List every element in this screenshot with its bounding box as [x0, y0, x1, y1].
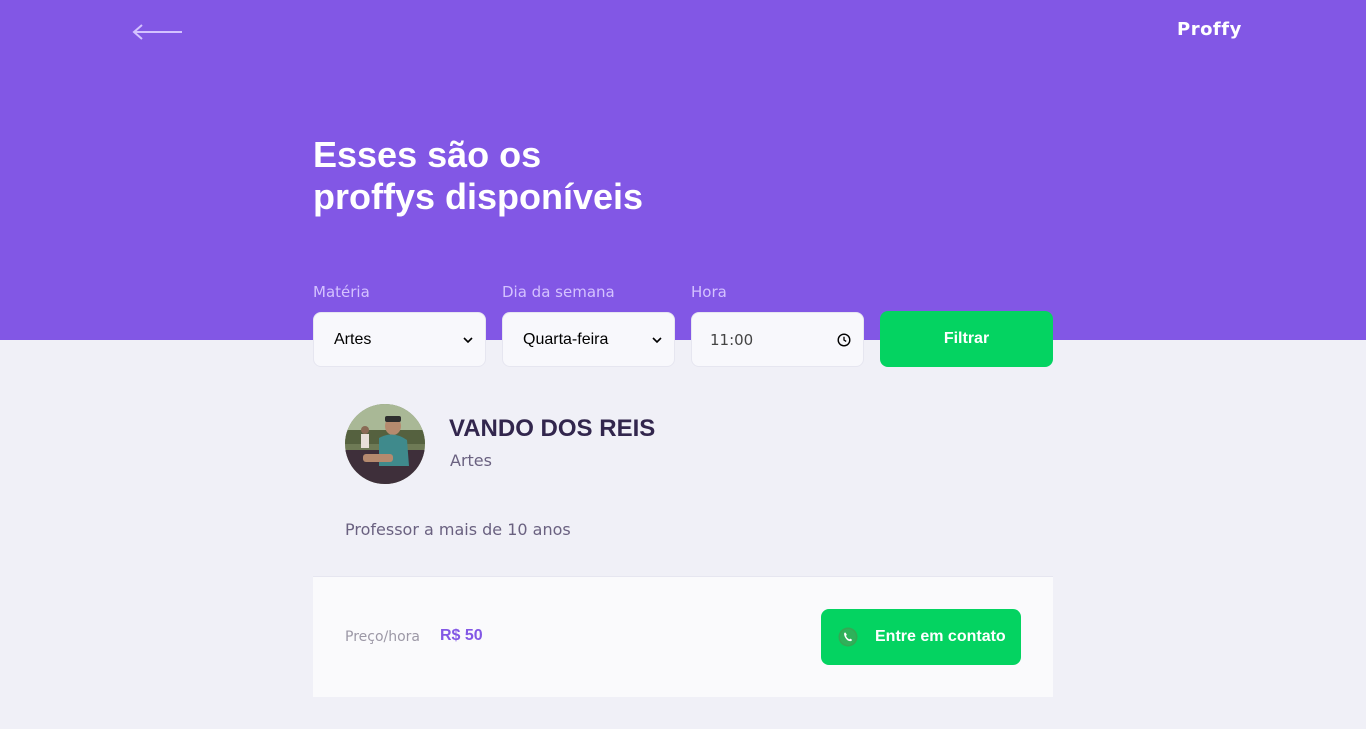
price-label: Preço/hora [345, 629, 421, 645]
time-input[interactable]: 11:00 [691, 312, 864, 367]
teacher-subject: Artes [450, 451, 492, 470]
subject-select[interactable]: Artes [313, 312, 486, 367]
time-input-value: 11:00 [710, 330, 754, 349]
subject-label: Matéria [313, 283, 370, 301]
teacher-bio: Professor a mais de 10 anos [345, 520, 571, 539]
filter-button[interactable]: Filtrar [880, 311, 1053, 367]
logo: Proffy [1177, 19, 1242, 40]
chevron-down-icon [652, 336, 662, 343]
contact-button-label: Entre em contato [875, 628, 1006, 645]
time-label: Hora [691, 283, 727, 301]
page-title: Esses são os proffys disponíveis [313, 134, 813, 218]
price-value: R$ 50 [440, 627, 483, 644]
teacher-photo [345, 404, 425, 484]
chevron-down-icon [463, 336, 473, 343]
avatar [345, 404, 425, 484]
weekday-select[interactable]: Quarta-feira [502, 312, 675, 367]
page-title-line1: Esses são os [313, 134, 542, 175]
whatsapp-icon [838, 627, 858, 647]
arrow-left-icon [132, 24, 182, 40]
weekday-label: Dia da semana [502, 283, 615, 301]
weekday-select-value: Quarta-feira [523, 330, 609, 348]
back-button[interactable] [130, 22, 186, 42]
teacher-card: VANDO DOS REIS Artes Professor a mais de… [313, 367, 1053, 697]
clock-icon[interactable] [837, 332, 851, 347]
teacher-name: VANDO DOS REIS [449, 415, 656, 442]
contact-button[interactable]: Entre em contato [821, 609, 1021, 665]
page-title-line2: proffys disponíveis [313, 176, 644, 217]
subject-select-value: Artes [334, 330, 372, 348]
